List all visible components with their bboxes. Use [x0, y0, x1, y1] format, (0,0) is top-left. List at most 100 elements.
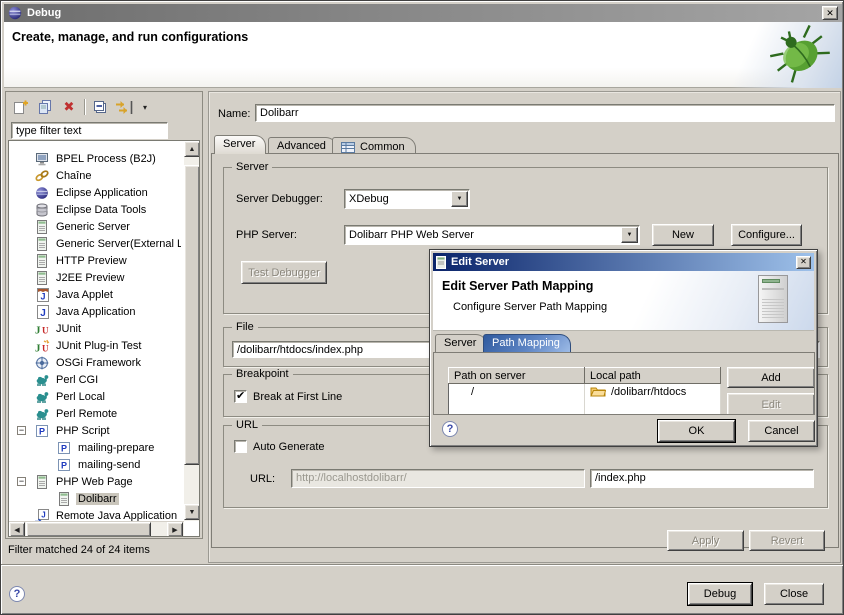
vertical-scroll-thumb[interactable] [184, 165, 200, 465]
scroll-up-icon[interactable]: ▲ [184, 141, 200, 157]
scroll-right-icon[interactable]: ▶ [167, 522, 183, 537]
java-application-icon: J [34, 304, 50, 319]
tree-item-label: Eclipse Application [54, 187, 150, 199]
tree-item-perl-local[interactable]: Perl Local [9, 388, 181, 405]
tab-common[interactable]: Common [332, 137, 416, 154]
expander-collapse-icon[interactable]: − [17, 426, 26, 435]
test-debugger-button[interactable]: Test Debugger [241, 261, 327, 284]
break-first-line-checkbox[interactable] [234, 390, 247, 403]
tree-item-perl-remote[interactable]: Perl Remote [9, 405, 181, 422]
debug-configurations-window: Debug ✕ Create, manage, and run configur… [0, 0, 844, 615]
horizontal-scroll-thumb[interactable] [26, 522, 151, 537]
name-input[interactable]: Dolibarr [255, 104, 835, 122]
scroll-down-icon[interactable]: ▼ [184, 504, 200, 520]
tab-advanced[interactable]: Advanced [268, 137, 337, 154]
tree-item-mailing-send[interactable]: Pmailing-send [9, 456, 181, 473]
tree-item-label: mailing-prepare [76, 442, 156, 454]
tree-item-cha-ne[interactable]: Chaîne [9, 167, 181, 184]
filter-input[interactable]: type filter text [11, 122, 168, 139]
tree-item-generic-server[interactable]: Generic Server [9, 218, 181, 235]
tab-server[interactable]: Server [214, 135, 266, 154]
server-debugger-value: XDebug [345, 193, 450, 205]
footer-separator [1, 564, 844, 566]
window-close-button[interactable]: ✕ [822, 6, 838, 20]
php-server-select[interactable]: Dolibarr PHP Web Server ▼ [344, 225, 640, 245]
ok-button[interactable]: OK [658, 420, 735, 442]
tree-item-java-application[interactable]: JJava Application [9, 303, 181, 320]
add-mapping-button[interactable]: Add [727, 367, 815, 388]
tree-item-mailing-prepare[interactable]: Pmailing-prepare [9, 439, 181, 456]
cancel-button[interactable]: Cancel [748, 420, 815, 442]
local-path-cell[interactable]: /dolibarr/htdocs [585, 384, 721, 401]
tree-item-eclipse-application[interactable]: Eclipse Application [9, 184, 181, 201]
dialog-tab-server[interactable]: Server [435, 334, 487, 352]
svg-text:J: J [40, 291, 45, 301]
expander-collapse-icon[interactable]: − [17, 477, 26, 486]
tree-item-bpel-process-b2j[interactable]: BPEL Process (B2J) [9, 150, 181, 167]
server-icon [34, 270, 50, 285]
config-tree: BPEL Process (B2J)Chaîne Eclipse Applicat… [9, 141, 181, 524]
column-header-local-path[interactable]: Local path [585, 368, 721, 384]
tree-item-osgi-framework[interactable]: OSGi Framework [9, 354, 181, 371]
new-configuration-icon[interactable] [12, 99, 30, 116]
tree-item-http-preview[interactable]: HTTP Preview [9, 252, 181, 269]
window-titlebar: Debug ✕ [4, 4, 842, 22]
svg-text:J: J [35, 342, 41, 353]
eclipse-application-icon [34, 185, 50, 200]
tree-item-j2ee-preview[interactable]: J2EE Preview [9, 269, 181, 286]
server-debugger-select[interactable]: XDebug ▼ [344, 189, 470, 209]
base-url-input[interactable]: http://localhostdolibarr/ [291, 469, 585, 488]
table-row-empty[interactable] [449, 401, 721, 416]
url-label: URL: [250, 473, 275, 485]
debug-button[interactable]: Debug [688, 583, 752, 605]
server-icon [34, 236, 50, 251]
eclipse-logo-icon [8, 6, 22, 20]
configuration-tree-container: BPEL Process (B2J)Chaîne Eclipse Applicat… [8, 140, 200, 537]
tree-item-perl-cgi[interactable]: Perl CGI [9, 371, 181, 388]
php-server-dropdown-icon[interactable]: ▼ [621, 227, 638, 243]
php-server-value: Dolibarr PHP Web Server [345, 229, 620, 241]
configure-server-button[interactable]: Configure... [731, 224, 802, 246]
server-debugger-dropdown-icon[interactable]: ▼ [451, 191, 468, 207]
page-title: Create, manage, and run configurations [12, 30, 248, 44]
tree-item-php-web-page[interactable]: −PHP Web Page [9, 473, 181, 490]
revert-button[interactable]: Revert [749, 530, 825, 551]
apply-button[interactable]: Apply [667, 530, 744, 551]
collapse-all-icon[interactable] [91, 99, 109, 116]
help-icon[interactable]: ? [9, 586, 25, 602]
scroll-left-icon[interactable]: ◀ [9, 522, 25, 537]
edit-mapping-button[interactable]: Edit [727, 393, 815, 415]
server-path-cell[interactable]: / [449, 384, 585, 401]
tree-horizontal-scrollbar[interactable]: ◀ ▶ [9, 521, 184, 537]
filter-icon[interactable] [115, 99, 137, 116]
table-row[interactable]: / /dolibarr/htdocs [449, 384, 721, 401]
dialog-help-icon[interactable]: ? [442, 421, 458, 437]
delete-configuration-icon[interactable]: ✖ [60, 99, 78, 116]
tree-item-eclipse-data-tools[interactable]: Eclipse Data Tools [9, 201, 181, 218]
edit-server-close-button[interactable]: ✕ [796, 256, 811, 269]
tree-vertical-scrollbar[interactable]: ▲ ▼ [184, 141, 200, 521]
tree-item-generic-server-external-la[interactable]: Generic Server(External La [9, 235, 181, 252]
tree-item-label: mailing-send [76, 459, 142, 471]
tree-item-dolibarr[interactable]: Dolibarr [9, 490, 181, 507]
tree-item-label: Perl CGI [54, 374, 100, 386]
server-debugger-label: Server Debugger: [236, 193, 323, 205]
new-server-button[interactable]: New [652, 224, 714, 246]
junit-plugin-icon: JU [34, 338, 50, 353]
close-button[interactable]: Close [764, 583, 824, 605]
tree-item-label: JUnit [54, 323, 83, 335]
server-icon [56, 491, 72, 506]
duplicate-configuration-icon[interactable] [36, 99, 54, 116]
url-path-input[interactable]: /index.php [590, 469, 814, 488]
column-header-path-on-server[interactable]: Path on server [449, 368, 585, 384]
auto-generate-checkbox[interactable] [234, 440, 247, 453]
svg-text:P: P [39, 426, 45, 436]
tree-item-php-script[interactable]: −PPHP Script [9, 422, 181, 439]
tree-item-junit[interactable]: JUJUnit [9, 320, 181, 337]
dialog-tab-path-mapping[interactable]: Path Mapping [483, 334, 571, 352]
tree-item-junit-plug-in-test[interactable]: JUJUnit Plug-in Test [9, 337, 181, 354]
perl-icon [34, 389, 50, 404]
toolbar-menu-caret-icon[interactable]: ▾ [143, 103, 147, 112]
osgi-icon [34, 355, 50, 370]
tree-item-java-applet[interactable]: JJava Applet [9, 286, 181, 303]
